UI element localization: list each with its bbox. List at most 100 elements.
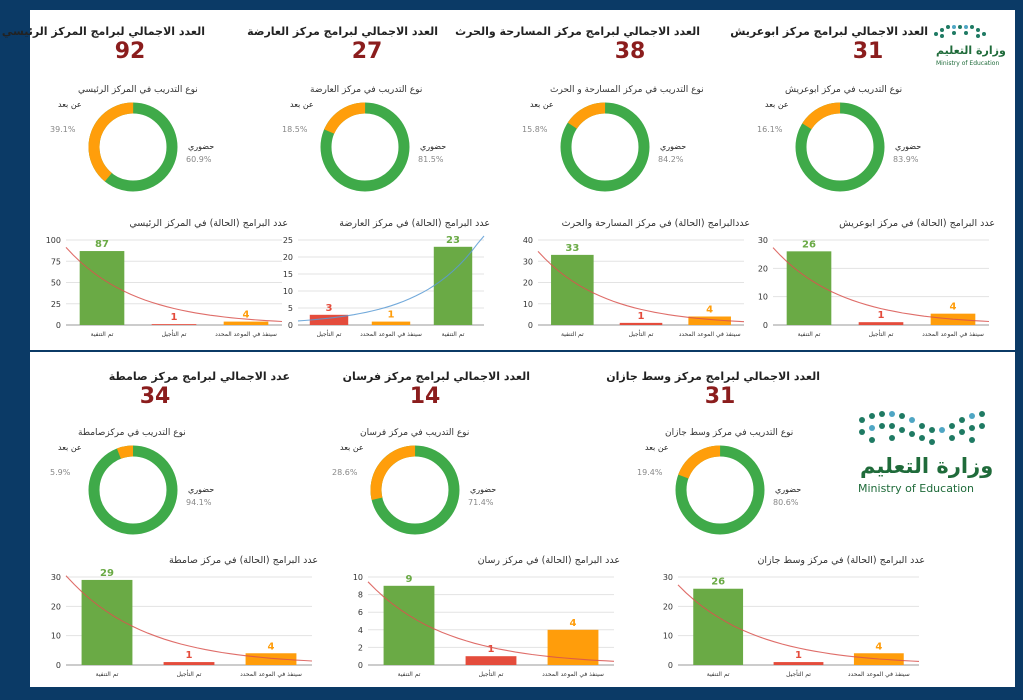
donut-chart (88, 445, 178, 535)
donut-chart (675, 445, 765, 535)
x-category-label: سينفذ في الموعد المحدد (360, 331, 422, 338)
bar-value-label: 1 (795, 650, 802, 661)
x-category-label: سينفذ في الموعد المحدد (922, 331, 984, 338)
remote-percent: 16.1% (757, 125, 783, 134)
y-tick-label: 20 (283, 253, 293, 262)
bar-value-label: 1 (488, 644, 495, 655)
x-category-label: تم التأجيل (162, 329, 187, 338)
bar-chart-title: عدد البرامج (الحالة) في مركز ابوعريش (839, 218, 995, 229)
logo-dots-icon (934, 25, 986, 38)
x-category-label: تم التنفية (561, 331, 584, 338)
center-title: العدد الاجمالي لبرامج مركز المسارحة والح… (455, 25, 700, 38)
logo-arabic-text-large: وزارة التعليم (860, 454, 994, 478)
y-tick-label: 20 (51, 602, 61, 611)
center-title: العدد الاجمالي لبرامج مركز العارضة (247, 25, 438, 38)
logo-english-text: Ministry of Education (936, 60, 1000, 67)
y-tick-label: 10 (523, 300, 533, 309)
bar-value-label: 29 (100, 569, 114, 579)
inperson-percent: 81.5% (418, 155, 444, 164)
center-title: العدد الاجمالي لبرامج مركز فرسان (342, 370, 530, 383)
y-tick-label: 30 (758, 236, 768, 245)
center-total: 31 (704, 384, 736, 409)
y-tick-label: 25 (51, 300, 61, 309)
inperson-label: حضوري (420, 142, 447, 151)
bar-chart: 0255075100 87تم التنفية1تم التأجيل4سينفذ … (46, 236, 283, 338)
y-tick-label: 20 (663, 602, 673, 611)
donut-title: نوع التدريب في مركز وسط جازان (665, 428, 794, 438)
donut-slice-remote (370, 445, 460, 535)
x-category-label: تم التأجيل (317, 329, 342, 338)
center-title: العدد الاجمالي لبرامج المركز الرئيسي (1, 25, 205, 38)
remote-percent: 39.1% (50, 125, 76, 134)
donut-chart (560, 102, 650, 192)
x-category-label: تم التأجيل (629, 329, 654, 338)
bar-value-label: 3 (326, 303, 333, 314)
bar-value-label: 1 (638, 311, 645, 322)
y-tick-label: 5 (288, 304, 293, 313)
bar-value-label: 4 (268, 641, 275, 652)
bar-value-label: 4 (570, 618, 577, 629)
bar (619, 322, 663, 325)
bar-chart: 0 10 20 30 29 تم التنفية 1 تم التأجيل 4 سينفذ في … (51, 569, 313, 678)
x-category-label: تم التنفية (442, 331, 465, 338)
y-tick-label: 25 (283, 236, 293, 245)
x-category-label: تم التأجيل (869, 329, 894, 338)
inperson-percent: 60.9% (186, 155, 212, 164)
bar-chart-title: عددالبرامج (الحالة) في مركز المسارحة وال… (561, 218, 750, 229)
bar-value-label: 1 (171, 312, 178, 323)
bar (223, 321, 269, 325)
x-category-label: تم التأجيل (177, 669, 202, 678)
x-category-label: تم التنفية (707, 671, 730, 678)
inperson-label: حضوري (188, 485, 215, 494)
x-category-label: تم التأجيل (479, 669, 504, 678)
bar-chart-title: عدد البرامج (الحالة) في المركز الرئيسي (129, 218, 288, 229)
bar-chart: 0 10 20 30 40 33 تم التنفية 1 تم التأجيل 4 سينفذ ف… (523, 236, 745, 338)
bar-value-label: 4 (706, 305, 713, 316)
bar-value-label: 33 (565, 243, 579, 254)
remote-percent: 18.5% (282, 125, 308, 134)
inperson-label: حضوري (895, 142, 922, 151)
bar (433, 246, 473, 325)
donut-chart (88, 102, 178, 192)
x-category-label: سينفذ في الموعد المحدد (679, 331, 741, 338)
bar-chart: 0 10 20 30 26 تم التنفية 1 تم التأجيل 4 سينفذ في … (663, 573, 920, 678)
donut-title: نوع التدريب في المركز الرئيسي (78, 85, 198, 95)
bar-chart-title: عدد البرامج (الحالة) في مركز العارضة (339, 218, 490, 229)
bar (773, 662, 824, 665)
remote-percent: 19.4% (637, 468, 663, 477)
inperson-percent: 83.9% (893, 155, 919, 164)
y-tick-label: 30 (663, 573, 673, 582)
y-tick-label: 10 (758, 293, 768, 302)
logo-dots-large-icon (859, 411, 985, 445)
remote-label: عن بعد (530, 100, 554, 109)
donut-title: نوع التدريب في مركز العارضة (310, 85, 423, 95)
remote-percent: 28.6% (332, 468, 358, 477)
bar (465, 656, 517, 665)
bar-chart: 0 5 10 15 20 25 3 تم التأجيل 1 سينفذ في الموعد ال… (283, 235, 485, 338)
y-tick-label: 30 (51, 573, 61, 582)
x-category-label: سينفذ في الموعد المحدد (848, 671, 910, 678)
center-title: العدد الاجمالي لبرامج مركز وسط جازان (606, 370, 820, 383)
y-tick-label: 0 (358, 661, 363, 670)
y-tick-label: 0 (288, 321, 293, 330)
bar (151, 324, 197, 325)
x-category-label: سينفذ في الموعد المحدد (215, 331, 277, 338)
y-tick-label: 20 (758, 264, 768, 273)
bar-chart-title: عدد البرامج (الحالة) في مركز وسط جازان (757, 555, 925, 566)
center-title: عدد الاجمالي لبرامج مركز صامطة (108, 370, 290, 383)
y-tick-label: 0 (668, 661, 673, 670)
donut-chart (370, 445, 460, 535)
ministry-logo-small: وزارة التعليم Ministry of Education (930, 20, 1006, 70)
inperson-percent: 80.6% (773, 498, 799, 507)
y-tick-label: 100 (46, 236, 61, 245)
bar-value-label: 23 (446, 235, 460, 246)
bar-value-label: 1 (878, 310, 885, 321)
bar-value-label: 1 (186, 650, 193, 661)
donut-title: نوع التدريب في مركز فرسان (360, 428, 470, 438)
bar-chart-title: عدد البرامج (الحالة) في مركز صامطة (169, 555, 318, 566)
remote-percent: 5.9% (50, 468, 71, 477)
y-tick-label: 15 (283, 270, 293, 279)
donut-title: نوع التدريب في مركزصامطة (78, 428, 186, 438)
inperson-label: حضوري (660, 142, 687, 151)
inperson-label: حضوري (775, 485, 802, 494)
